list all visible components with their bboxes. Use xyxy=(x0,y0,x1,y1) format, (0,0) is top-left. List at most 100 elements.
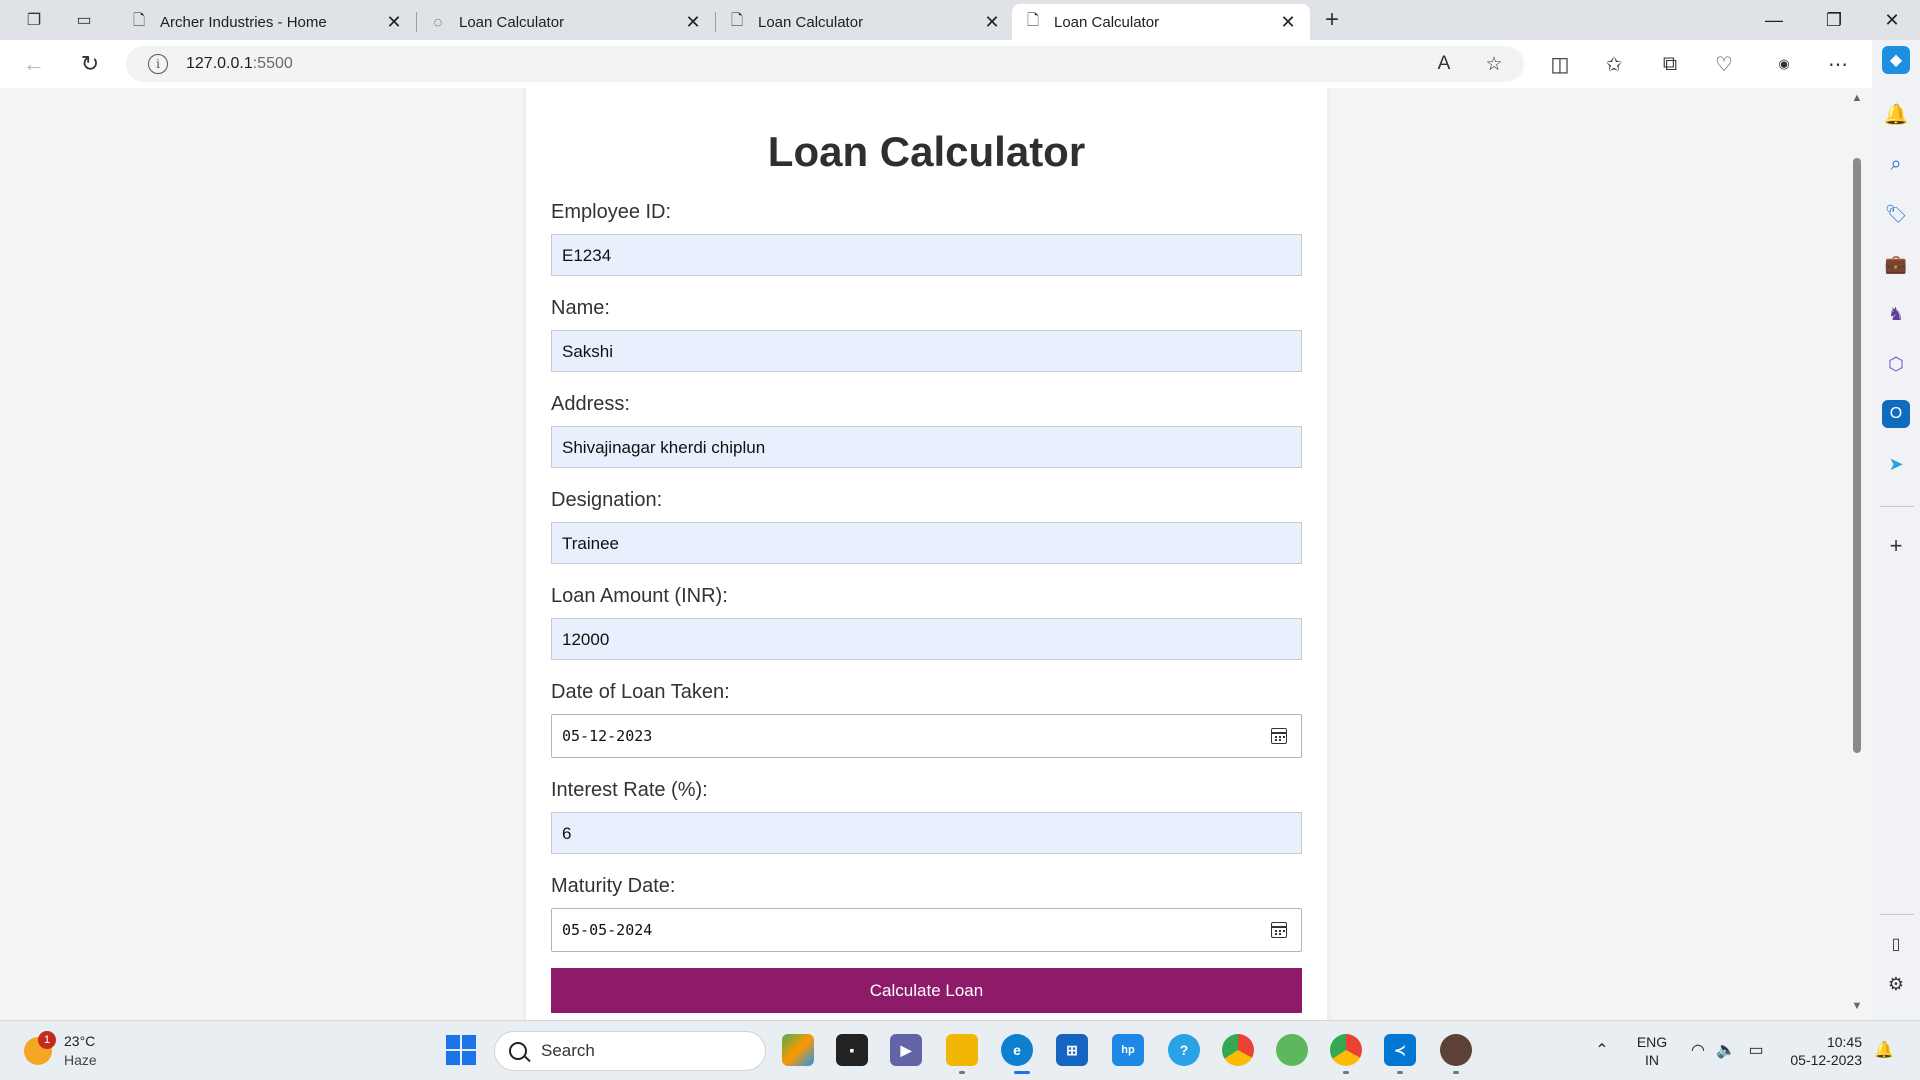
employee-id-input[interactable]: E1234 xyxy=(551,234,1302,276)
volume-icon[interactable]: 🔈 xyxy=(1714,1039,1738,1061)
restore-icon[interactable]: ❐ xyxy=(1806,0,1862,40)
name-input[interactable]: Sakshi xyxy=(551,330,1302,372)
task-view-icon[interactable]: ▪ xyxy=(836,1034,868,1066)
outlook-icon[interactable]: O xyxy=(1882,400,1910,428)
chrome-profile-icon[interactable] xyxy=(1330,1034,1362,1066)
designation-input[interactable]: Trainee xyxy=(551,522,1302,564)
edge-browser-icon[interactable]: e xyxy=(1001,1034,1033,1066)
notifications-bell-icon[interactable]: 🔔 xyxy=(1882,100,1910,128)
shopping-tag-icon[interactable]: 🏷 xyxy=(1882,200,1910,228)
system-clock[interactable]: 10:45 05-12-2023 xyxy=(1780,1033,1862,1069)
favorites-icon[interactable]: ✩ xyxy=(1596,48,1632,80)
search-icon[interactable]: ⌕ xyxy=(1882,150,1910,178)
url-host: 127.0.0.1 xyxy=(186,55,253,72)
microsoft-365-icon[interactable]: ⬡ xyxy=(1882,350,1910,378)
address-bar[interactable]: i 127.0.0.1:5500 xyxy=(126,46,1524,82)
loading-icon: ◌ xyxy=(433,13,443,31)
scroll-down-arrow-icon[interactable]: ▼ xyxy=(1851,1000,1863,1012)
teams-chat-icon[interactable]: ▶ xyxy=(890,1034,922,1066)
battery-icon[interactable]: ▭ xyxy=(1744,1039,1768,1061)
browser-toolbar: ← ↻ i 127.0.0.1:5500 A ☆ ◫ ✩ ⧉ ♡ ◉ ⋯ xyxy=(0,40,1920,88)
scrollbar-thumb[interactable] xyxy=(1853,158,1861,753)
close-icon[interactable]: ✕ xyxy=(982,12,1002,32)
myhp-icon[interactable]: hp xyxy=(1112,1034,1144,1066)
calendar-icon[interactable] xyxy=(1271,922,1287,938)
minimize-icon[interactable]: — xyxy=(1746,0,1802,40)
new-tab-icon[interactable]: + xyxy=(1318,6,1346,34)
chrome-icon[interactable] xyxy=(1222,1034,1254,1066)
tab-title: Loan Calculator xyxy=(758,13,864,31)
add-sidebar-app-icon[interactable]: + xyxy=(1882,532,1910,560)
springboot-icon[interactable] xyxy=(1276,1034,1308,1066)
close-window-icon[interactable]: ✕ xyxy=(1864,0,1920,40)
page-viewport: Loan Calculator Employee ID: E1234 Name:… xyxy=(0,88,1872,1020)
close-icon[interactable]: ✕ xyxy=(384,12,404,32)
sidebar-divider xyxy=(1880,506,1914,507)
tab-archer-home[interactable]: 🗋 Archer Industries - Home ✕ xyxy=(118,4,416,40)
language-indicator[interactable]: ENG IN xyxy=(1634,1033,1670,1069)
tools-briefcase-icon[interactable]: 💼 xyxy=(1882,250,1910,278)
running-indicator xyxy=(959,1071,965,1074)
vscode-icon[interactable]: ≺ xyxy=(1384,1034,1416,1066)
windows-start-icon[interactable] xyxy=(446,1035,476,1065)
weather-alert-badge: 1 xyxy=(38,1031,56,1049)
wifi-icon[interactable]: ◠ xyxy=(1686,1039,1710,1061)
tab-title: Archer Industries - Home xyxy=(160,13,327,31)
microsoft-365-preview-app-icon[interactable] xyxy=(782,1034,814,1066)
language-code: ENG xyxy=(1636,1034,1668,1050)
maturity-date-group: Maturity Date: 05-05-2024 xyxy=(551,874,1302,952)
collections-icon[interactable]: ⧉ xyxy=(1652,48,1688,80)
page-scrollbar[interactable]: ▲ ▼ xyxy=(1848,88,1866,1020)
games-icon[interactable]: ♞ xyxy=(1882,300,1910,328)
taskbar-search-box[interactable]: Search xyxy=(494,1031,766,1071)
close-icon[interactable]: ✕ xyxy=(683,12,703,32)
favorite-star-icon[interactable]: ☆ xyxy=(1478,48,1510,80)
calculate-loan-button[interactable]: Calculate Loan xyxy=(551,968,1302,1013)
help-icon[interactable]: ? xyxy=(1168,1034,1200,1066)
running-indicator xyxy=(1343,1071,1349,1074)
weather-temperature: 23°C xyxy=(64,1033,96,1049)
copilot-icon[interactable]: ◆ xyxy=(1882,46,1910,74)
sidebar-settings-icon[interactable]: ⚙ xyxy=(1882,970,1910,998)
loan-date-input[interactable]: 05-12-2023 xyxy=(551,714,1302,758)
profile-avatar-icon[interactable]: ◉ xyxy=(1766,48,1802,80)
weather-widget[interactable]: 1 23°C Haze xyxy=(24,1031,114,1071)
interest-rate-label: Interest Rate (%): xyxy=(551,779,708,801)
loan-amount-label: Loan Amount (INR): xyxy=(551,585,728,607)
maturity-date-value: 05-05-2024 xyxy=(562,921,653,939)
close-icon[interactable]: ✕ xyxy=(1278,12,1298,32)
send-icon[interactable]: ➤ xyxy=(1882,450,1910,478)
loan-date-label: Date of Loan Taken: xyxy=(551,681,730,703)
show-hidden-icons-chevron-icon[interactable]: ⌃ xyxy=(1590,1039,1614,1061)
loan-amount-input[interactable]: 12000 xyxy=(551,618,1302,660)
tab-strip: ❐ ▭ 🗋 Archer Industries - Home ✕ ◌ Loan … xyxy=(0,0,1920,40)
tab-loan-calculator-active[interactable]: 🗋 Loan Calculator ✕ xyxy=(1012,4,1310,40)
hide-sidebar-icon[interactable]: ▯ xyxy=(1882,930,1910,958)
more-menu-icon[interactable]: ⋯ xyxy=(1820,48,1856,80)
tab-loan-calculator-2[interactable]: 🗋 Loan Calculator ✕ xyxy=(716,4,1014,40)
read-aloud-icon[interactable]: A xyxy=(1428,48,1460,80)
address-input[interactable]: Shivajinagar kherdi chiplun xyxy=(551,426,1302,468)
tab-loan-calculator-1[interactable]: ◌ Loan Calculator ✕ xyxy=(417,4,715,40)
designation-label: Designation: xyxy=(551,489,663,511)
file-explorer-icon[interactable] xyxy=(946,1034,978,1066)
calendar-icon[interactable] xyxy=(1271,728,1287,744)
search-icon xyxy=(509,1042,527,1060)
tab-actions-icon[interactable]: ▭ xyxy=(70,6,98,34)
split-screen-icon[interactable]: ◫ xyxy=(1542,48,1578,80)
site-info-icon[interactable]: i xyxy=(148,54,168,74)
refresh-icon[interactable]: ↻ xyxy=(72,48,108,80)
employee-id-group: Employee ID: E1234 xyxy=(551,200,1302,276)
interest-rate-input[interactable]: 6 xyxy=(551,812,1302,854)
weather-condition: Haze xyxy=(64,1052,97,1068)
scroll-up-arrow-icon[interactable]: ▲ xyxy=(1851,92,1863,104)
designation-group: Designation: Trainee xyxy=(551,488,1302,564)
app-emblem-icon[interactable] xyxy=(1440,1034,1472,1066)
region-code: IN xyxy=(1645,1052,1659,1068)
browser-essentials-icon[interactable]: ♡ xyxy=(1706,48,1742,80)
maturity-date-input[interactable]: 05-05-2024 xyxy=(551,908,1302,952)
notification-bell-icon[interactable]: 🔔 xyxy=(1872,1039,1896,1061)
microsoft-store-icon[interactable]: ⊞ xyxy=(1056,1034,1088,1066)
back-arrow-icon[interactable]: ← xyxy=(16,48,52,80)
workspaces-icon[interactable]: ❐ xyxy=(20,6,48,34)
